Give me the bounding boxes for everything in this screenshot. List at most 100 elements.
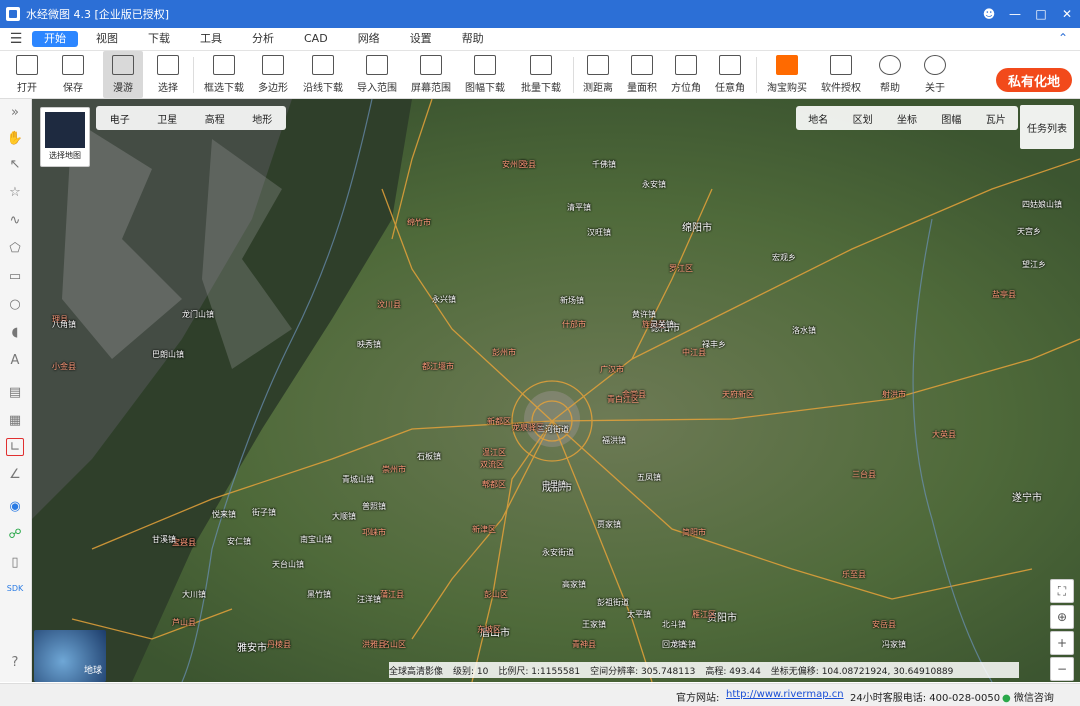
tab-tiles[interactable]: 瓦片 [986,111,1006,126]
menu-view[interactable]: 视图 [84,31,130,47]
taobao-buy-button[interactable]: 淘宝购买 [764,51,810,98]
place-label: 南宝山镇 [300,535,332,544]
rectangle-tool-icon[interactable]: ▭ [6,267,24,285]
collapse-ribbon-icon[interactable]: ⌃ [1058,31,1068,45]
place-label: 五凤镇 [637,473,661,482]
tab-elevation[interactable]: 高程 [205,111,225,126]
minimize-button[interactable]: — [1002,0,1028,28]
line-download-button[interactable]: 沿线下载 [300,51,346,98]
polygon-tool-icon[interactable]: ⬠ [6,239,24,257]
zoom-out-button[interactable]: − [1050,657,1074,681]
circle-tool-icon[interactable]: ○ [6,295,24,313]
tab-electronic[interactable]: 电子 [110,111,130,126]
place-label: 广汉市 [600,365,624,374]
globe-tool-icon[interactable]: ◉ [6,497,24,515]
basemap-selector[interactable]: 选择地图 [40,107,90,167]
polyline-tool-icon[interactable]: ∿ [6,211,24,229]
about-button[interactable]: 关于 [917,51,953,98]
pan-button[interactable]: 漫游 [103,51,143,98]
azimuth-tool-icon[interactable]: ∟ [6,438,24,456]
menu-bar: ☰ 开始 视图 下载 工具 分析 CAD 网络 设置 帮助 ⌃ [0,28,1080,51]
private-deployment-button[interactable]: 私有化地 [996,68,1072,92]
place-label: 安仁镇 [227,537,251,546]
select-button[interactable]: 选择 [151,51,185,98]
user-icon[interactable]: ☻ [976,0,1002,28]
menu-start[interactable]: 开始 [32,31,78,47]
menu-analysis[interactable]: 分析 [240,31,286,47]
sector-tool-icon[interactable]: ◖ [6,323,24,341]
tab-districts[interactable]: 区划 [853,111,873,126]
place-label: 郫都区 [482,480,506,489]
task-list-button[interactable]: 任务列表 [1020,105,1074,149]
overlay-tabs: 地名 区划 坐标 图幅 瓦片 [796,106,1018,130]
hand-tool-icon[interactable]: ✋ [6,129,24,147]
globe-minimap[interactable]: 地球 [34,630,106,682]
hamburger-menu-icon[interactable]: ☰ [0,31,32,47]
text-tool-icon[interactable]: A [6,351,24,369]
polygon-button[interactable]: 多边形 [255,51,291,98]
help-button[interactable]: 帮助 [872,51,908,98]
batch-download-icon [530,55,552,75]
menu-network[interactable]: 网络 [346,31,392,47]
place-label: 简阳市 [682,528,706,537]
place-label: 普照镇 [362,502,386,511]
menu-help[interactable]: 帮助 [450,31,496,47]
help-circle-icon[interactable]: ? [6,653,24,671]
angle-tool-icon[interactable]: ∠ [6,465,24,483]
place-label: 千佛镇 [592,160,616,169]
expand-panel-icon[interactable]: » [6,103,24,121]
close-button[interactable]: ✕ [1054,0,1080,28]
help-icon [879,55,901,75]
tab-terrain[interactable]: 地形 [252,111,272,126]
measure-distance-button[interactable]: 测距离 [580,51,616,98]
place-label: 悦来镇 [212,510,236,519]
place-label: 石板镇 [417,452,441,461]
select-tool-icon[interactable]: ↖ [6,155,24,173]
tab-coordinates[interactable]: 坐标 [897,111,917,126]
save-button[interactable]: 保存 [56,51,90,98]
area-tool-icon[interactable]: ▦ [6,411,24,429]
taobao-icon [776,55,798,75]
toolbar-divider [756,57,757,93]
menu-settings[interactable]: 设置 [398,31,444,47]
link-tool-icon[interactable]: ☍ [6,525,24,543]
place-label: 天府新区 [722,390,754,399]
azimuth-icon [675,55,697,75]
grid-download-button[interactable]: 图幅下载 [462,51,508,98]
tab-satellite[interactable]: 卫星 [157,111,177,126]
map-view[interactable]: 选择地图 电子 卫星 高程 地形 地名 区划 坐标 图幅 瓦片 任务列表 成都市… [32,99,1080,682]
any-angle-button[interactable]: 任意角 [712,51,748,98]
sdk-icon[interactable]: SDK [6,579,24,597]
map-status-bar: 全球高清影像 级别: 10 比例尺: 1:1155581 空间分辨率: 305.… [389,662,1019,678]
fullscreen-icon[interactable]: ⛶ [1050,579,1074,603]
place-label: 北斗镇 [662,620,686,629]
azimuth-button[interactable]: 方位角 [668,51,704,98]
measure-area-button[interactable]: 量面积 [624,51,660,98]
locate-icon[interactable]: ⊕ [1050,605,1074,629]
place-label: 乐至县 [842,570,866,579]
screen-range-button[interactable]: 屏幕范围 [408,51,454,98]
zoom-level: 级别: 10 [453,666,489,677]
ruler-tool-icon[interactable]: ▤ [6,383,24,401]
menu-download[interactable]: 下载 [136,31,182,47]
menu-tools[interactable]: 工具 [188,31,234,47]
batch-download-button[interactable]: 批量下载 [518,51,564,98]
box-download-button[interactable]: 框选下载 [201,51,247,98]
hand-icon [112,55,134,75]
menu-cad[interactable]: CAD [292,31,340,47]
marker-tool-icon[interactable]: ☆ [6,183,24,201]
place-label: 汉旺镇 [587,228,611,237]
place-label: 贾家镇 [597,520,621,529]
tab-map-sheets[interactable]: 图幅 [941,111,961,126]
website-link[interactable]: http://www.rivermap.cn [726,689,844,700]
place-label: 天宫乡 [1017,227,1041,236]
open-button[interactable]: 打开 [10,51,44,98]
import-range-button[interactable]: 导入范围 [354,51,400,98]
device-tool-icon[interactable]: ▯ [6,553,24,571]
wechat-consult-link[interactable]: ● 微信咨询 [1002,689,1054,704]
place-label: 崇州市 [382,465,406,474]
zoom-in-button[interactable]: + [1050,631,1074,655]
tab-place-names[interactable]: 地名 [808,111,828,126]
maximize-button[interactable]: □ [1028,0,1054,28]
license-button[interactable]: 软件授权 [818,51,864,98]
